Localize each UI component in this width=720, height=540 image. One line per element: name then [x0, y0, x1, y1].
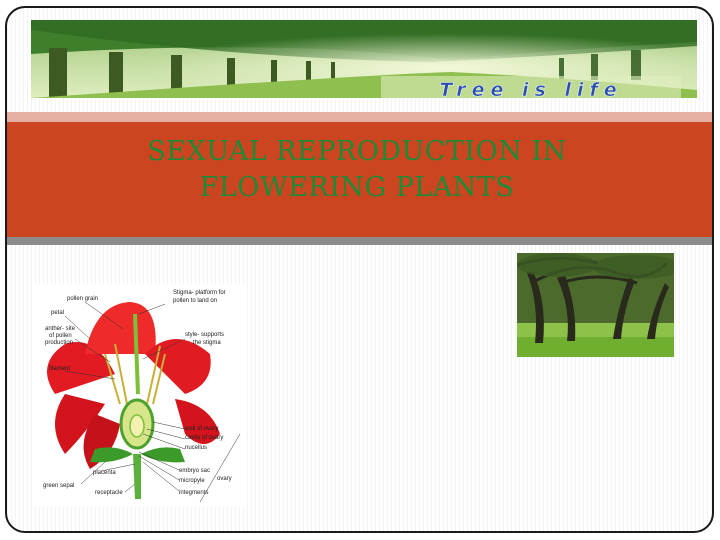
label-green-sepal: green sepal [43, 483, 74, 489]
label-style: style- supports [185, 332, 224, 338]
title-line-2: FLOWERING PLANTS [199, 172, 515, 203]
title-band-bottom-stripe [7, 237, 712, 245]
label-nucellus: nucellus [185, 445, 207, 451]
label-stigma: Stigma- platform for [173, 290, 226, 296]
label-wall-of-ovary: wall of ovary [184, 426, 218, 432]
label-cavity-of-ovary: cavity of ovary [185, 435, 223, 441]
oak-tree-photo [517, 253, 674, 357]
label-anther-2: of pollen [49, 333, 72, 339]
label-placenta: placenta [93, 470, 116, 476]
label-embryo-sac: embryo sac [179, 468, 210, 474]
label-style-2: the stigma [193, 340, 221, 346]
label-pollen-grain: pollen grain [67, 296, 98, 302]
label-anther-3: production [45, 340, 73, 346]
label-micropyle: micropyle [179, 478, 205, 484]
tree-banner-image: Tree is life [31, 20, 697, 98]
title-band-top-stripe [7, 112, 712, 122]
slide-frame: Tree is life SEXUAL REPRODUCTION IN FLOW… [5, 6, 714, 533]
label-petal: petal [51, 310, 64, 316]
label-integments: integments [179, 490, 208, 496]
label-stigma-2: pollen to land on [173, 298, 217, 304]
flower-diagram: pollen grain Stigma- platform for pollen… [35, 284, 245, 506]
title-line-1: SEXUAL REPRODUCTION IN [147, 136, 567, 167]
label-ovary: ovary [217, 476, 232, 482]
banner-text: Tree is life [439, 79, 622, 98]
label-receptacle: receptacle [95, 490, 123, 496]
label-anther: anther- site [45, 326, 76, 332]
label-filament: filament [49, 366, 70, 372]
slide-title: SEXUAL REPRODUCTION IN FLOWERING PLANTS [67, 134, 647, 206]
